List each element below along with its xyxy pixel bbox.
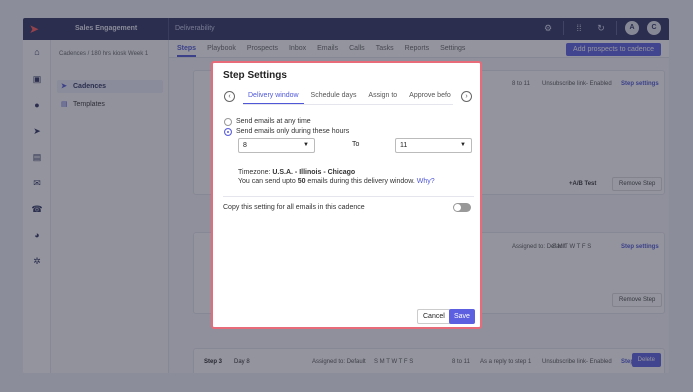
radio-label: Send emails only during these hours [236, 128, 350, 135]
tab-schedule-days[interactable]: Schedule days [306, 89, 362, 103]
timezone-label: Timezone: [238, 169, 273, 176]
copy-setting-toggle[interactable] [453, 203, 471, 212]
radio-any-time[interactable] [224, 118, 232, 126]
save-button[interactable]: Save [449, 309, 475, 324]
toggle-knob [454, 204, 461, 211]
chevron-left-icon[interactable]: ‹ [224, 91, 235, 102]
why-link[interactable]: Why? [417, 178, 435, 185]
send-limit-text: You can send upto 50 emails during this … [238, 178, 435, 185]
select-value: 11 [400, 142, 408, 149]
divider [223, 196, 474, 197]
send-suffix: emails during this delivery window. [305, 178, 415, 185]
select-value: 8 [243, 142, 247, 149]
copy-setting-label: Copy this setting for all emails in this… [223, 204, 365, 211]
caret-down-icon: ▼ [303, 142, 309, 148]
timezone-value: U.S.A. - Illinois - Chicago [272, 169, 356, 176]
timezone-text: Timezone: U.S.A. - Illinois - Chicago [238, 169, 355, 176]
to-label: To [352, 141, 360, 148]
chevron-right-icon[interactable]: › [461, 91, 472, 102]
modal-title: Step Settings [223, 70, 287, 81]
tab-delivery-window[interactable]: Delivery window [243, 89, 304, 104]
from-hour-select[interactable]: 8 ▼ [238, 138, 315, 153]
cancel-button[interactable]: Cancel [417, 309, 451, 324]
send-prefix: You can send upto [238, 178, 298, 185]
caret-down-icon: ▼ [460, 142, 466, 148]
to-hour-select[interactable]: 11 ▼ [395, 138, 472, 153]
modal-tabs: Delivery window Schedule days Assign to … [243, 89, 453, 105]
step-settings-modal: Step Settings ‹ Delivery window Schedule… [211, 61, 482, 329]
radio-label: Send emails at any time [236, 118, 311, 125]
tab-approve-before[interactable]: Approve befo [404, 89, 453, 103]
radio-specific-hours[interactable] [224, 128, 232, 136]
tab-assign-to[interactable]: Assign to [363, 89, 402, 103]
